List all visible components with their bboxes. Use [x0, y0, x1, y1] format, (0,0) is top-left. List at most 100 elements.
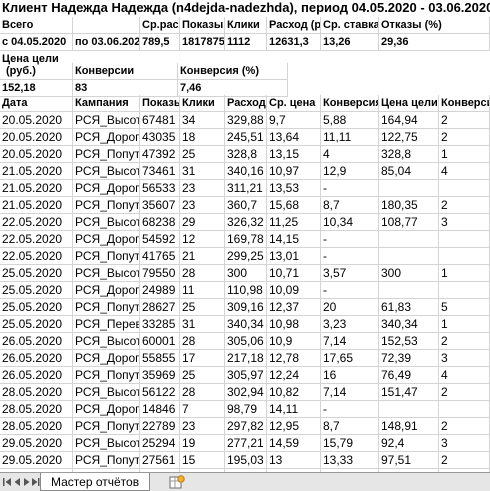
- target-conversions-label[interactable]: Конверсии: [73, 63, 178, 80]
- table-cell[interactable]: 22789: [140, 418, 180, 435]
- table-header-cell[interactable]: Показы: [140, 95, 180, 112]
- table-cell[interactable]: 10,97: [267, 163, 321, 180]
- table-header-cell[interactable]: Цена цели: [379, 95, 439, 112]
- table-cell[interactable]: 72,39: [379, 350, 439, 367]
- table-cell[interactable]: 10,98: [267, 316, 321, 333]
- table-cell[interactable]: 10,71: [267, 265, 321, 282]
- table-cell[interactable]: 8,7: [321, 418, 379, 435]
- table-cell[interactable]: 54592: [140, 231, 180, 248]
- table-cell[interactable]: 13,15: [267, 146, 321, 163]
- table-cell[interactable]: 28627: [140, 299, 180, 316]
- table-cell[interactable]: 25.05.2020: [0, 316, 73, 333]
- table-cell[interactable]: 60001: [140, 333, 180, 350]
- table-cell[interactable]: 10,82: [267, 384, 321, 401]
- table-cell[interactable]: РСЯ_Высота: [73, 333, 140, 350]
- summary-value-cell[interactable]: 1112: [225, 34, 267, 51]
- table-cell[interactable]: 27561: [140, 452, 180, 469]
- table-cell[interactable]: 73461: [140, 163, 180, 180]
- table-cell[interactable]: 3: [439, 350, 490, 367]
- table-cell[interactable]: 98,79: [225, 401, 267, 418]
- table-cell[interactable]: 11,25: [267, 214, 321, 231]
- target-price-unit-label[interactable]: (руб.): [0, 63, 73, 80]
- table-cell[interactable]: РСЯ_Попутно: [73, 418, 140, 435]
- table-cell[interactable]: 21.05.2020: [0, 163, 73, 180]
- table-cell[interactable]: 19: [180, 435, 225, 452]
- table-cell[interactable]: 2: [439, 129, 490, 146]
- table-cell[interactable]: 61,83: [379, 299, 439, 316]
- table-cell[interactable]: 34: [180, 112, 225, 129]
- summary-value-cell[interactable]: с 04.05.2020: [0, 34, 73, 51]
- table-cell[interactable]: [439, 282, 490, 299]
- table-cell[interactable]: 47392: [140, 146, 180, 163]
- table-cell[interactable]: 5,88: [321, 112, 379, 129]
- table-cell[interactable]: 15,79: [321, 435, 379, 452]
- table-cell[interactable]: 12,95: [267, 418, 321, 435]
- table-cell[interactable]: РСЯ_Дорога: [73, 401, 140, 418]
- table-cell[interactable]: 148,91: [379, 418, 439, 435]
- table-cell[interactable]: 35969: [140, 367, 180, 384]
- summary-header-cell[interactable]: [73, 17, 140, 34]
- table-cell[interactable]: 18: [180, 129, 225, 146]
- table-cell[interactable]: 12,37: [267, 299, 321, 316]
- table-cell[interactable]: РСЯ_Перевозка: [73, 316, 140, 333]
- summary-header-cell[interactable]: Клики: [225, 17, 267, 34]
- table-cell[interactable]: 76,49: [379, 367, 439, 384]
- table-cell[interactable]: 28.05.2020: [0, 418, 73, 435]
- table-cell[interactable]: 23: [180, 197, 225, 214]
- table-cell[interactable]: РСЯ_Дорога: [73, 129, 140, 146]
- table-cell[interactable]: 300: [225, 265, 267, 282]
- table-cell[interactable]: РСЯ_Дорога: [73, 231, 140, 248]
- table-cell[interactable]: 3,57: [321, 265, 379, 282]
- table-cell[interactable]: 35607: [140, 197, 180, 214]
- table-cell[interactable]: РСЯ_Попутно: [73, 248, 140, 265]
- table-cell[interactable]: 21: [180, 248, 225, 265]
- table-cell[interactable]: 26.05.2020: [0, 350, 73, 367]
- table-cell[interactable]: 108,77: [379, 214, 439, 231]
- table-cell[interactable]: 4: [439, 367, 490, 384]
- table-cell[interactable]: [439, 248, 490, 265]
- table-cell[interactable]: 28: [180, 265, 225, 282]
- table-cell[interactable]: 10,34: [321, 214, 379, 231]
- table-cell[interactable]: 8,7: [321, 197, 379, 214]
- table-cell[interactable]: 13,33: [321, 452, 379, 469]
- table-cell[interactable]: 299,25: [225, 248, 267, 265]
- table-cell[interactable]: 13,01: [267, 248, 321, 265]
- table-cell[interactable]: 22.05.2020: [0, 231, 73, 248]
- table-cell[interactable]: 122,75: [379, 129, 439, 146]
- table-header-cell[interactable]: Клики: [180, 95, 225, 112]
- table-cell[interactable]: 22.05.2020: [0, 248, 73, 265]
- table-cell[interactable]: РСЯ_Попутно: [73, 452, 140, 469]
- table-cell[interactable]: 15: [180, 452, 225, 469]
- table-cell[interactable]: 11,11: [321, 129, 379, 146]
- table-cell[interactable]: 152,53: [379, 333, 439, 350]
- table-cell[interactable]: 5: [439, 299, 490, 316]
- table-cell[interactable]: 169,78: [225, 231, 267, 248]
- table-cell[interactable]: РСЯ_Высота: [73, 163, 140, 180]
- table-cell[interactable]: 24989: [140, 282, 180, 299]
- table-cell[interactable]: 20.05.2020: [0, 146, 73, 163]
- table-cell[interactable]: 23: [180, 418, 225, 435]
- table-cell[interactable]: 245,51: [225, 129, 267, 146]
- summary-value-cell[interactable]: 29,36: [379, 34, 490, 51]
- table-cell[interactable]: 79550: [140, 265, 180, 282]
- table-cell[interactable]: 2: [439, 418, 490, 435]
- table-cell[interactable]: 340,16: [225, 163, 267, 180]
- table-cell[interactable]: 297,82: [225, 418, 267, 435]
- table-cell[interactable]: 7: [180, 401, 225, 418]
- table-cell[interactable]: 2: [439, 452, 490, 469]
- table-cell[interactable]: 29: [180, 214, 225, 231]
- table-cell[interactable]: 92,4: [379, 435, 439, 452]
- table-cell[interactable]: РСЯ_Дорога: [73, 282, 140, 299]
- table-cell[interactable]: 277,21: [225, 435, 267, 452]
- table-cell[interactable]: 4: [321, 146, 379, 163]
- table-cell[interactable]: 12: [180, 231, 225, 248]
- table-cell[interactable]: 26.05.2020: [0, 367, 73, 384]
- table-cell[interactable]: 300: [379, 265, 439, 282]
- table-cell[interactable]: 3,23: [321, 316, 379, 333]
- table-cell[interactable]: 14846: [140, 401, 180, 418]
- table-header-cell[interactable]: Кампания: [73, 95, 140, 112]
- table-cell[interactable]: 329,88: [225, 112, 267, 129]
- table-cell[interactable]: 3: [439, 435, 490, 452]
- table-header-cell[interactable]: Конверсия: [321, 95, 379, 112]
- table-cell[interactable]: 1: [439, 265, 490, 282]
